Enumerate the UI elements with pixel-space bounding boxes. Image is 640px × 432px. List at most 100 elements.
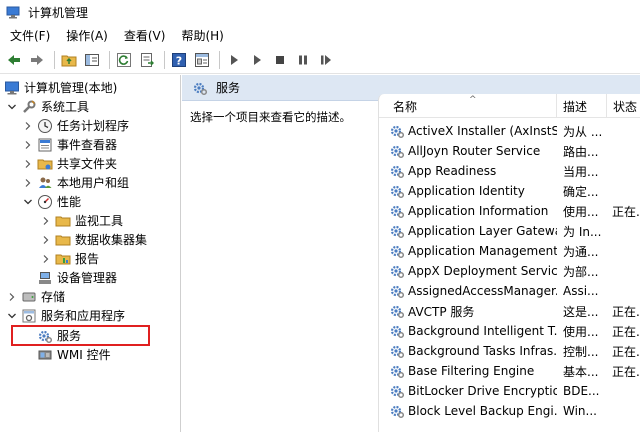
tree-label: 性能 — [57, 195, 82, 209]
stop-service-icon[interactable] — [270, 50, 290, 70]
gear-icon — [389, 363, 405, 379]
tree-label: 报告 — [75, 252, 100, 266]
menu-view[interactable]: 查看(V) — [118, 27, 172, 44]
service-desc: Win... — [563, 404, 597, 418]
service-name: ActiveX Installer (AxInstSV) — [408, 124, 557, 138]
service-desc-cell: 控制... — [563, 341, 603, 361]
chevron-right-icon[interactable] — [6, 292, 18, 302]
device-manager-icon — [37, 270, 53, 286]
service-name-cell: AVCTP 服务 — [389, 301, 557, 321]
service-desc: 为从 ... — [563, 124, 603, 139]
service-desc: BDE... — [563, 384, 600, 398]
tree-item-local-users[interactable]: 本地用户和组 — [22, 173, 129, 192]
service-status-cell — [612, 121, 640, 141]
start-alt-icon[interactable] — [247, 50, 267, 70]
chevron-right-icon[interactable] — [22, 178, 34, 188]
service-desc-cell: Assi... — [563, 281, 603, 301]
service-desc-cell: 当用... — [563, 161, 603, 181]
column-header-status[interactable]: 状态 — [607, 94, 640, 118]
chevron-right-icon[interactable] — [22, 140, 34, 150]
service-name-cell: AppX Deployment Servic... — [389, 261, 557, 281]
chevron-right-icon[interactable] — [40, 216, 52, 226]
tree-item-performance[interactable]: 性能 — [22, 192, 81, 211]
tree-item-monitor-tools[interactable]: 监视工具 — [40, 211, 123, 230]
table-row[interactable]: Application Management 为通... — [379, 241, 640, 261]
tree-item-reports[interactable]: 报告 — [40, 249, 99, 268]
column-header-name[interactable]: 名称 ^ — [379, 94, 557, 118]
table-row[interactable]: Background Intelligent T... 使用... 正在... — [379, 321, 640, 341]
help-icon[interactable]: ? — [169, 50, 189, 70]
service-name-cell: Background Tasks Infras... — [389, 341, 557, 361]
tree-item-event-viewer[interactable]: 事件查看器 — [22, 135, 117, 154]
title-bar: 计算机管理 — [0, 0, 640, 24]
tree-item-data-collector[interactable]: 数据收集器集 — [40, 230, 147, 249]
table-row[interactable]: Base Filtering Engine 基本... 正在... — [379, 361, 640, 381]
service-name-cell: Block Level Backup Engi... — [389, 401, 557, 421]
chevron-right-icon[interactable] — [40, 254, 52, 264]
refresh-icon[interactable] — [114, 50, 134, 70]
export-list-icon[interactable] — [137, 50, 157, 70]
table-row[interactable]: AssignedAccessManager... Assi... — [379, 281, 640, 301]
chevron-down-icon[interactable] — [6, 311, 18, 321]
table-row[interactable]: Block Level Backup Engi... Win... — [379, 401, 640, 421]
description-pane: 选择一个项目来查看它的描述。 — [182, 102, 378, 432]
table-row[interactable]: App Readiness 当用... — [379, 161, 640, 181]
tree-item-system-tools[interactable]: 系统工具 — [6, 97, 89, 116]
service-desc: 基本... — [563, 364, 599, 379]
chevron-right-icon[interactable] — [40, 235, 52, 245]
tree-item-device-manager[interactable]: 设备管理器 — [37, 268, 117, 287]
restart-service-icon[interactable] — [316, 50, 336, 70]
menu-action[interactable]: 操作(A) — [60, 27, 114, 44]
start-service-icon[interactable] — [224, 50, 244, 70]
tree-label: 服务和应用程序 — [41, 309, 126, 323]
menu-file[interactable]: 文件(F) — [4, 27, 56, 44]
properties-icon[interactable] — [192, 50, 212, 70]
tree-item-task-scheduler[interactable]: 任务计划程序 — [22, 116, 129, 135]
chevron-right-icon[interactable] — [22, 121, 34, 131]
table-row[interactable]: AllJoyn Router Service 路由... — [379, 141, 640, 161]
service-status-cell — [612, 161, 640, 181]
table-row[interactable]: BitLocker Drive Encryptio... BDE... — [379, 381, 640, 401]
chevron-down-icon[interactable] — [22, 197, 34, 207]
forward-icon[interactable] — [27, 50, 47, 70]
computer-management-icon — [6, 5, 20, 19]
gear-icon — [389, 243, 405, 259]
up-folder-icon[interactable] — [59, 50, 79, 70]
show-hide-tree-icon[interactable] — [82, 50, 102, 70]
tree-item-services-apps[interactable]: 服务和应用程序 — [6, 306, 125, 325]
table-row[interactable]: Application Layer Gatewa... 为 In... — [379, 221, 640, 241]
service-status-cell: 正在... — [612, 341, 640, 361]
service-status: 正在... — [612, 344, 640, 359]
tree-label: 本地用户和组 — [57, 176, 130, 190]
table-row[interactable]: Application Information 使用... 正在... — [379, 201, 640, 221]
column-header-label: 描述 — [563, 99, 588, 114]
column-header-desc[interactable]: 描述 — [557, 94, 607, 118]
table-row[interactable]: Background Tasks Infras... 控制... 正在... — [379, 341, 640, 361]
table-row[interactable]: Application Identity 确定... — [379, 181, 640, 201]
back-icon[interactable] — [4, 50, 24, 70]
tree-item-storage[interactable]: 存储 — [6, 287, 65, 306]
tree-item-shared-folders[interactable]: 共享文件夹 — [22, 154, 117, 173]
gear-icon — [389, 163, 405, 179]
toolbar-separator — [109, 50, 110, 69]
service-name: AVCTP 服务 — [408, 304, 475, 319]
gear-icon — [389, 383, 405, 399]
service-name: Block Level Backup Engi... — [408, 404, 557, 418]
menu-help[interactable]: 帮助(H) — [175, 27, 229, 44]
tree-label: 系统工具 — [41, 100, 90, 114]
gear-icon — [389, 123, 405, 139]
table-row[interactable]: AVCTP 服务 这是... 正在... — [379, 301, 640, 321]
pause-service-icon[interactable] — [293, 50, 313, 70]
tree-item-wmi[interactable]: WMI 控件 — [37, 345, 111, 364]
service-name: AssignedAccessManager... — [408, 284, 557, 298]
tree-item-root[interactable]: 计算机管理(本地) — [4, 78, 117, 97]
chevron-right-icon[interactable] — [22, 159, 34, 169]
service-desc-cell: 为从 ... — [563, 121, 603, 141]
service-name: BitLocker Drive Encryptio... — [408, 384, 557, 398]
service-name: Application Information — [408, 204, 549, 218]
column-headers: 名称 ^ 描述 状态 — [379, 94, 640, 118]
table-row[interactable]: ActiveX Installer (AxInstSV) 为从 ... — [379, 121, 640, 141]
svg-text:?: ? — [176, 54, 182, 67]
table-row[interactable]: AppX Deployment Servic... 为部... — [379, 261, 640, 281]
chevron-down-icon[interactable] — [6, 102, 18, 112]
